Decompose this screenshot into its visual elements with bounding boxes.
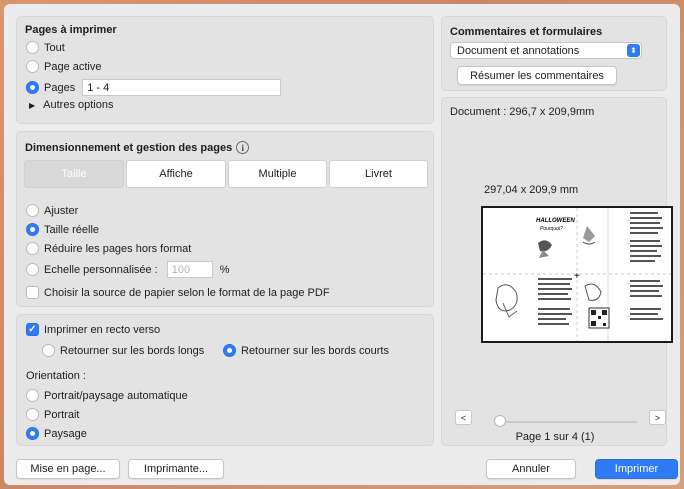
scale-input[interactable]: 100: [166, 261, 213, 278]
page-size: 297,04 x 209,9 mm: [484, 184, 579, 196]
page-setup-button[interactable]: Mise en page...: [16, 459, 120, 479]
flip-short-label: Retourner sur les bords courts: [241, 344, 389, 357]
page-slider-knob[interactable]: [494, 415, 506, 427]
scale-unit: %: [219, 263, 230, 276]
radio-custom-scale[interactable]: Echelle personnalisée : 100 %: [26, 261, 230, 278]
svg-text:+: +: [574, 271, 580, 282]
landscape-label: Paysage: [44, 427, 87, 440]
print-dialog: Pages à imprimer Tout Page active Pages …: [4, 4, 680, 485]
paper-source-checkbox[interactable]: Choisir la source de papier selon le for…: [26, 286, 330, 299]
radio-circle[interactable]: [26, 242, 39, 255]
document-size: Document : 296,7 x 209,9mm: [450, 106, 595, 118]
radio-actual-size[interactable]: Taille réelle: [26, 223, 99, 236]
sizing-title-text: Dimensionnement et gestion des pages: [25, 141, 233, 154]
more-options-disclosure[interactable]: ▶ Autres options: [29, 99, 113, 111]
orientation-title: Orientation :: [26, 370, 86, 382]
tab-multiple[interactable]: Multiple: [228, 160, 327, 188]
flip-long-label: Retourner sur les bords longs: [60, 344, 205, 357]
radio-pages-label: Pages: [44, 81, 76, 94]
page-slider-track[interactable]: [498, 421, 637, 423]
disclosure-triangle-icon[interactable]: ▶: [29, 101, 35, 110]
page-preview-image: HALLOWEEN Pourquoi? +: [481, 206, 673, 343]
checkbox-box[interactable]: [26, 286, 39, 299]
printer-button[interactable]: Imprimante...: [128, 459, 224, 479]
radio-portrait[interactable]: Portrait: [26, 408, 79, 421]
radio-actual-size-label: Taille réelle: [44, 223, 100, 236]
radio-shrink-label: Réduire les pages hors format: [44, 242, 192, 255]
duplex-checkbox[interactable]: Imprimer en recto verso: [26, 323, 160, 336]
tab-affiche[interactable]: Affiche: [126, 160, 226, 188]
radio-auto-orientation[interactable]: Portrait/paysage automatique: [26, 389, 188, 402]
paper-source-label: Choisir la source de papier selon le for…: [44, 286, 330, 299]
comments-panel: Commentaires et formulaires Document et …: [441, 16, 667, 91]
page-indicator: Page 1 sur 4 (1): [515, 431, 595, 443]
radio-circle[interactable]: [26, 408, 39, 421]
auto-orientation-label: Portrait/paysage automatique: [44, 389, 188, 402]
radio-flip-long[interactable]: Retourner sur les bords longs: [42, 344, 204, 357]
more-options-label: Autres options: [43, 99, 114, 111]
radio-circle-selected[interactable]: [26, 223, 39, 236]
portrait-label: Portrait: [44, 408, 80, 421]
radio-custom-scale-label: Echelle personnalisée :: [44, 263, 158, 276]
pages-title: Pages à imprimer: [25, 24, 117, 36]
radio-active-page[interactable]: Page active: [26, 60, 101, 73]
summarize-comments-button[interactable]: Résumer les commentaires: [457, 66, 617, 85]
svg-text:HALLOWEEN: HALLOWEEN: [536, 218, 575, 224]
radio-circle[interactable]: [26, 41, 39, 54]
tab-livret[interactable]: Livret: [329, 160, 428, 188]
page-preview-drawing: HALLOWEEN Pourquoi? +: [483, 208, 671, 341]
pages-range-input[interactable]: 1 - 4: [82, 79, 282, 96]
radio-circle-selected[interactable]: [26, 427, 39, 440]
comments-select-value: Document et annotations: [457, 44, 580, 57]
radio-pages[interactable]: Pages 1 - 4: [26, 79, 282, 96]
radio-circle[interactable]: [42, 344, 55, 357]
radio-all-label: Tout: [44, 41, 65, 54]
pages-panel: Pages à imprimer Tout Page active Pages …: [16, 16, 434, 124]
radio-circle[interactable]: [26, 204, 39, 217]
radio-active-page-label: Page active: [44, 60, 102, 73]
radio-all[interactable]: Tout: [26, 41, 65, 54]
radio-circle[interactable]: [26, 60, 39, 73]
cancel-button[interactable]: Annuler: [486, 459, 576, 479]
duplex-label: Imprimer en recto verso: [44, 323, 161, 336]
duplex-orientation-panel: Imprimer en recto verso Retourner sur le…: [16, 314, 434, 446]
chevron-updown-icon[interactable]: ⬍: [627, 44, 640, 57]
checkbox-box-checked[interactable]: [26, 323, 39, 336]
radio-fit[interactable]: Ajuster: [26, 204, 78, 217]
prev-page-button[interactable]: <: [455, 410, 472, 425]
radio-fit-label: Ajuster: [44, 204, 79, 217]
info-icon[interactable]: i: [236, 141, 250, 154]
radio-landscape[interactable]: Paysage: [26, 427, 87, 440]
comments-title: Commentaires et formulaires: [450, 26, 603, 38]
radio-circle[interactable]: [26, 263, 39, 276]
radio-shrink-oversized[interactable]: Réduire les pages hors format: [26, 242, 191, 255]
radio-flip-short[interactable]: Retourner sur les bords courts: [223, 344, 389, 357]
tab-taille[interactable]: Taille: [24, 160, 124, 188]
sizing-panel: Dimensionnement et gestion des pages i T…: [16, 131, 434, 307]
radio-circle-selected[interactable]: [223, 344, 236, 357]
radio-circle[interactable]: [26, 389, 39, 402]
svg-text:Pourquoi?: Pourquoi?: [540, 226, 563, 232]
print-button[interactable]: Imprimer: [595, 459, 678, 479]
comments-select[interactable]: Document et annotations ⬍: [450, 42, 642, 59]
radio-circle-selected[interactable]: [26, 81, 39, 94]
sizing-title: Dimensionnement et gestion des pages i: [25, 141, 250, 154]
next-page-button[interactable]: >: [649, 410, 666, 425]
